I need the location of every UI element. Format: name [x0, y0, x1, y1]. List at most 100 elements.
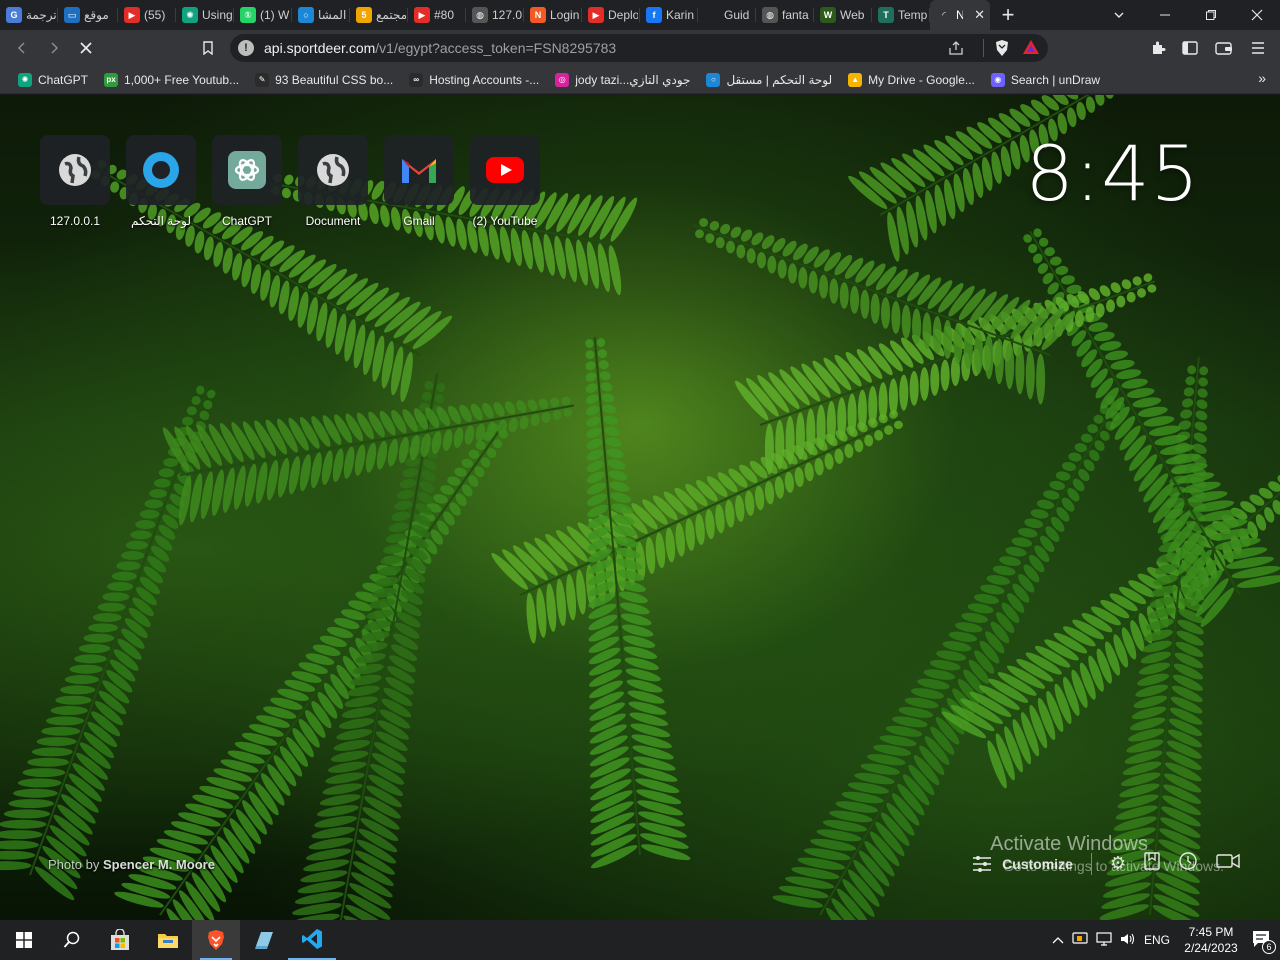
input-language[interactable]: ENG — [1144, 933, 1170, 947]
tab-0[interactable]: G ترجمة — [0, 0, 58, 30]
customize-button[interactable]: Customize — [972, 855, 1073, 873]
top-site-tile[interactable]: 127.0.0.1 — [40, 135, 110, 228]
top-site-tile[interactable]: Gmail — [384, 135, 454, 228]
tab-16[interactable]: ◜ N ✕ — [930, 0, 990, 30]
brave-talk-icon[interactable] — [1216, 853, 1240, 874]
show-hidden-icons-chevron-icon[interactable] — [1052, 933, 1064, 947]
tab-10[interactable]: ▶ Deplo — [582, 0, 640, 30]
taskbar-clock[interactable]: 7:45 PM 2/24/2023 — [1178, 924, 1244, 956]
volume-icon[interactable] — [1120, 932, 1136, 949]
chatgpt-icon — [212, 135, 282, 205]
meet-now-icon[interactable] — [1072, 931, 1088, 949]
taskbar-date: 2/24/2023 — [1184, 941, 1238, 955]
px-icon: px — [104, 72, 119, 87]
tab-label: Temp — [898, 8, 928, 22]
vscode-button[interactable] — [288, 920, 336, 960]
notification-count-badge: 6 — [1262, 939, 1276, 954]
stop-loading-button[interactable] — [70, 32, 102, 64]
tab-9[interactable]: N Login — [524, 0, 582, 30]
top-site-tile[interactable]: ChatGPT — [212, 135, 282, 228]
bookmark-item[interactable]: ◎ jody tazi...جودي التازي — [547, 68, 698, 92]
top-site-tile[interactable]: لوحة التحكم — [126, 135, 196, 228]
tab-3[interactable]: ✺ Using — [176, 0, 234, 30]
back-button[interactable] — [6, 32, 38, 64]
bookmark-label: ChatGPT — [38, 72, 89, 87]
tab-label: Login — [550, 8, 580, 22]
bookmark-list: ✺ ChatGPT px 1,000+ Free Youtub... ✎ 93 Beaut… — [10, 68, 1108, 92]
top-site-label: Document — [305, 214, 361, 228]
customize-label: Customize — [1002, 855, 1073, 872]
start-button[interactable] — [0, 920, 48, 960]
youtube-icon: ▶ — [124, 7, 140, 23]
site-info-icon[interactable]: ! — [238, 40, 254, 56]
tab-1[interactable]: ▭ موقع — [58, 0, 118, 30]
top-site-tile[interactable]: (2) YouTube — [470, 135, 540, 228]
top-site-label: (2) YouTube — [472, 214, 538, 228]
tab-4[interactable]: ① (1) W — [234, 0, 292, 30]
bookmark-label: 93 Beautiful CSS bo... — [275, 72, 394, 87]
bookmark-item[interactable]: ◉ Search | unDraw — [983, 68, 1108, 92]
notification-center-button[interactable]: 6 — [1252, 930, 1276, 954]
bookmark-item[interactable]: ✺ ChatGPT — [10, 68, 96, 92]
top-sites: 127.0.0.1 لوحة التحكم ChatGPT Document Gmail… — [40, 135, 540, 228]
network-icon[interactable] — [1096, 931, 1112, 949]
bookmark-item[interactable]: ▲ My Drive - Google... — [840, 68, 983, 92]
tab-5[interactable]: ○ المشا — [292, 0, 350, 30]
tab-6[interactable]: 5 مجتمع — [350, 0, 408, 30]
fern-frond — [162, 396, 575, 526]
file-explorer-button[interactable] — [144, 920, 192, 960]
menu-icon[interactable] — [1242, 32, 1274, 64]
close-tab-icon[interactable]: ✕ — [971, 7, 988, 23]
bookmark-item[interactable]: ∞ Hosting Accounts -... — [401, 68, 547, 92]
youtube-icon: ▶ — [414, 7, 430, 23]
extensions-icon[interactable] — [1142, 32, 1174, 64]
globe-icon: ◍ — [762, 7, 778, 23]
more-bookmarks-chevron-icon[interactable]: » — [1258, 70, 1266, 86]
number-five-icon: 5 — [356, 7, 372, 23]
bookmark-item[interactable]: ✎ 93 Beautiful CSS bo... — [247, 68, 401, 92]
bookmark-page-button[interactable] — [192, 32, 224, 64]
tab-13[interactable]: ◍ fanta — [756, 0, 814, 30]
tab-8[interactable]: ◍ 127.0 — [466, 0, 524, 30]
photo-credit-author[interactable]: Spencer M. Moore — [103, 857, 215, 872]
minimize-button[interactable] — [1142, 0, 1188, 30]
address-bar[interactable]: ! api.sportdeer.com/v1/egypt?access_toke… — [230, 34, 1048, 62]
sidebar-icon[interactable] — [1174, 32, 1206, 64]
bookmark-item[interactable]: ○ لوحة التحكم | مستقل — [698, 68, 840, 92]
bookmark-label: 1,000+ Free Youtub... — [124, 72, 240, 87]
tab-label: ترجمة — [26, 8, 56, 22]
search-button[interactable] — [48, 920, 96, 960]
close-window-button[interactable] — [1234, 0, 1280, 30]
wallet-icon[interactable] — [1208, 32, 1240, 64]
chatgpt-icon: ✺ — [182, 7, 198, 23]
gmail-icon — [384, 135, 454, 205]
share-icon[interactable] — [948, 40, 964, 59]
top-site-label: Gmail — [403, 214, 435, 228]
store-icon — [111, 929, 129, 950]
chatgpt-icon: ✺ — [18, 72, 32, 87]
tab-14[interactable]: W Web — [814, 0, 872, 30]
tab-search-chevron-icon[interactable] — [1096, 0, 1142, 30]
tab-12[interactable]: Guid — [698, 0, 756, 30]
bookmark-item[interactable]: px 1,000+ Free Youtub... — [96, 68, 247, 92]
brave-browser-button[interactable] — [192, 920, 240, 960]
tab-strip: G ترجمة ▭ موقع ▶ (55) ✺ Using ① (1) W ○ المشا 5 مجتمع… — [0, 0, 1280, 30]
microsoft-store-button[interactable] — [96, 920, 144, 960]
settings-gear-icon[interactable]: ⚙ — [1110, 853, 1126, 874]
tab-label: المشا — [318, 8, 347, 22]
tab-15[interactable]: T Temp — [872, 0, 930, 30]
notepad-app-button[interactable] — [240, 920, 288, 960]
tab-7[interactable]: ▶ #80 — [408, 0, 466, 30]
history-icon[interactable] — [1178, 851, 1198, 876]
brave-shields-icon[interactable] — [994, 39, 1010, 60]
forward-button[interactable] — [38, 32, 70, 64]
youtube-icon: ▶ — [588, 7, 604, 23]
tab-2[interactable]: ▶ (55) — [118, 0, 176, 30]
brave-rewards-icon[interactable] — [1022, 39, 1040, 58]
tab-11[interactable]: f Karin — [640, 0, 698, 30]
bookmarks-manager-icon[interactable] — [1144, 852, 1160, 875]
restore-button[interactable] — [1188, 0, 1234, 30]
top-site-tile[interactable]: Document — [298, 135, 368, 228]
ntp-toolbar: Customize ⚙ — [972, 851, 1240, 876]
new-tab-button[interactable]: + — [990, 0, 1026, 30]
